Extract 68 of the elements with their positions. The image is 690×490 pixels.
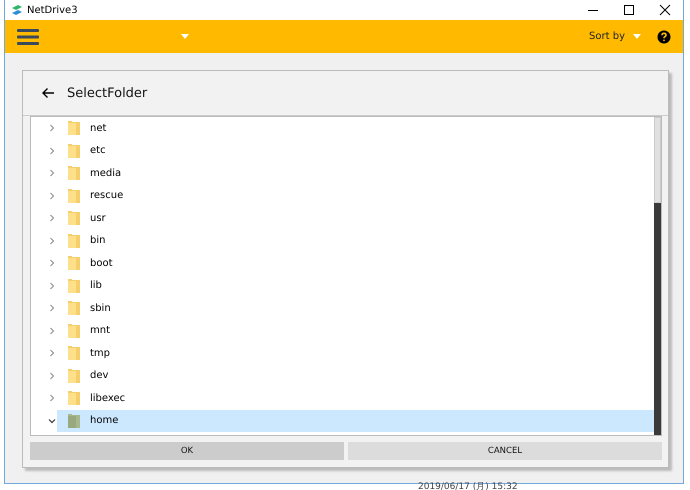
folder-icon [67,232,81,249]
folder-name: sbin [90,302,111,314]
folder-icon [67,165,81,182]
dialog-title: SelectFolder [67,86,148,100]
folder-name: libexec [90,392,126,404]
folder-row[interactable]: bin [31,230,654,252]
chevron-right-icon[interactable] [47,168,57,178]
folder-icon [67,188,81,204]
folder-icon [67,300,81,316]
chevron-right-icon[interactable] [47,393,57,404]
close-icon[interactable] [658,3,672,17]
folder-icon [67,412,81,429]
folder-name: dev [90,370,108,382]
help-icon[interactable] [657,30,671,44]
app-logo-icon [11,4,23,16]
folder-icon [67,368,81,384]
window-title: NetDrive3 [27,4,79,16]
folder-icon [67,345,81,362]
folder-row[interactable]: media [31,162,654,184]
folder-row[interactable]: mnt [31,320,654,342]
chevron-right-icon[interactable] [47,258,57,268]
folder-name: boot [90,258,113,269]
chevron-right-icon[interactable] [47,280,57,291]
folder-icon [67,120,81,136]
chevron-right-icon[interactable] [47,326,57,336]
folder-icon [67,390,81,406]
scrollbar[interactable] [654,117,661,435]
chevron-right-icon[interactable] [47,146,57,156]
menu-icon[interactable] [17,28,39,46]
chevron-right-icon[interactable] [47,236,57,246]
folder-name: bin [90,235,106,246]
maximize-icon[interactable] [622,3,636,17]
folder-row[interactable]: lib [31,274,654,297]
folder-row[interactable]: etc [31,140,654,162]
back-arrow-icon[interactable] [41,87,55,99]
folder-icon [67,210,81,226]
folder-row[interactable]: boot [31,252,654,274]
folder-row[interactable]: net [31,117,654,140]
folder-icon [67,142,81,159]
chevron-right-icon[interactable] [47,348,57,358]
folder-name: home [90,415,118,426]
folder-name: etc [90,145,106,156]
chevron-right-icon[interactable] [47,303,57,314]
folder-row[interactable]: sbin [31,297,654,320]
folder-row[interactable]: usr [31,207,654,230]
chevron-right-icon[interactable] [47,213,57,224]
chevron-right-icon[interactable] [47,190,57,201]
taskbar-clock: 2019/06/17 (月) 15:32 [418,481,518,490]
sort-by-button[interactable]: Sort by [589,31,641,42]
chevron-right-icon[interactable] [47,123,57,134]
folder-name: media [90,168,122,179]
folder-icon [67,255,81,272]
chevron-right-icon[interactable] [47,370,57,381]
folder-row[interactable]: rescue [31,184,654,207]
folder-row[interactable]: dev [31,364,654,387]
folder-row[interactable]: tmp [31,342,654,364]
folder-name: rescue [90,190,124,202]
folder-name: lib [90,280,102,292]
ok-button[interactable]: OK [30,442,344,460]
folder-name: tmp [90,348,110,359]
folder-name: usr [90,212,106,224]
folder-icon [67,278,81,294]
folder-icon [67,322,81,339]
cancel-button[interactable]: CANCEL [348,442,662,460]
caret-icon [633,34,641,39]
folder-name: net [90,122,106,134]
folder-name: mnt [90,325,110,336]
folder-row[interactable]: libexec [31,387,654,410]
